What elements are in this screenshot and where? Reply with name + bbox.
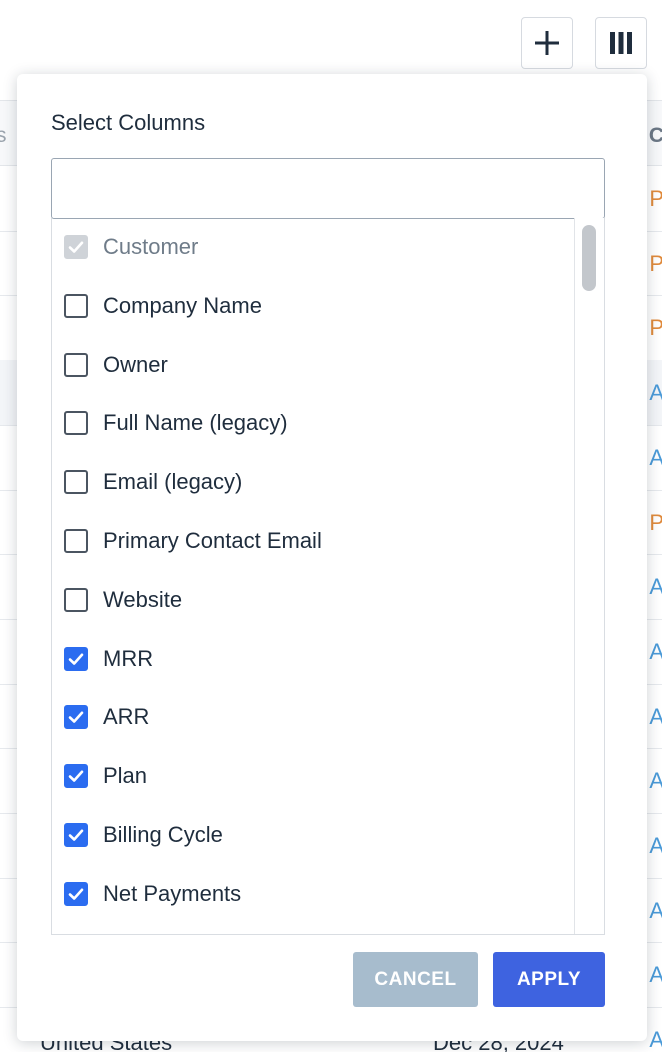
column-search-input[interactable] bbox=[51, 158, 605, 219]
column-option-label: Primary Contact Email bbox=[103, 528, 322, 553]
column-option-label: ARR bbox=[103, 704, 150, 730]
column-list-scrollbar[interactable] bbox=[574, 218, 604, 934]
table-cell-status-fragment: A bbox=[649, 380, 662, 406]
column-option-label: Customer bbox=[103, 234, 199, 259]
scrollbar-thumb[interactable] bbox=[582, 225, 596, 291]
cancel-button[interactable]: CANCEL bbox=[353, 952, 478, 1007]
column-option[interactable]: Full Name (legacy) bbox=[52, 403, 575, 443]
table-cell-status-fragment: A bbox=[649, 638, 662, 664]
checkbox-unchecked[interactable] bbox=[64, 352, 88, 377]
columns-icon bbox=[610, 32, 632, 54]
plus-icon bbox=[535, 31, 559, 55]
column-option-label: Billing Cycle bbox=[103, 822, 223, 847]
table-cell-status-fragment: A bbox=[649, 1027, 662, 1052]
column-option[interactable]: Primary Contact Email bbox=[52, 521, 575, 561]
column-list: Customer Company Name Owner Full Name (lega… bbox=[51, 218, 605, 935]
column-option: Customer bbox=[52, 227, 575, 267]
table-cell-status-fragment: A bbox=[649, 768, 662, 794]
column-option[interactable]: Plan bbox=[52, 756, 575, 796]
table-cell-status-fragment: A bbox=[649, 703, 662, 729]
checkbox-checked bbox=[64, 235, 88, 259]
apply-button[interactable]: APPLY bbox=[493, 952, 605, 1007]
column-option[interactable]: Website bbox=[52, 580, 575, 620]
checkbox-checked[interactable] bbox=[64, 823, 88, 847]
add-button[interactable] bbox=[521, 17, 573, 69]
table-cell-status-fragment: A bbox=[649, 833, 662, 858]
checkbox-checked[interactable] bbox=[64, 881, 88, 906]
table-cell-status-fragment: P bbox=[649, 509, 662, 535]
checkbox-unchecked[interactable] bbox=[64, 293, 88, 318]
table-header-cell-fragment: C bbox=[648, 124, 662, 147]
column-option-label: Company Name bbox=[103, 292, 262, 318]
checkbox-unchecked[interactable] bbox=[64, 470, 88, 495]
columns-button[interactable] bbox=[595, 17, 647, 69]
checkbox-checked[interactable] bbox=[64, 764, 88, 789]
checkbox-unchecked[interactable] bbox=[64, 529, 88, 553]
column-option-label: Email (legacy) bbox=[103, 469, 243, 495]
checkbox-unchecked[interactable] bbox=[64, 587, 88, 612]
column-option[interactable]: Email (legacy) bbox=[52, 462, 575, 502]
column-option[interactable]: Net Payments bbox=[52, 874, 575, 914]
table-cell-status-fragment: A bbox=[649, 444, 662, 470]
table-cell-status-fragment: A bbox=[649, 962, 662, 988]
checkbox-unchecked[interactable] bbox=[64, 411, 88, 436]
column-option[interactable]: Billing Cycle bbox=[52, 815, 575, 855]
table-cell-status-fragment: A bbox=[649, 897, 662, 923]
select-columns-popover: Select Columns Customer Company Name Owner… bbox=[17, 74, 647, 1041]
table-cell-status-fragment: P bbox=[649, 315, 662, 341]
column-option-label: Website bbox=[103, 586, 183, 612]
column-option-label: Full Name (legacy) bbox=[103, 410, 288, 436]
column-option[interactable]: ARR bbox=[52, 697, 575, 737]
table-cell-status-fragment: P bbox=[649, 186, 662, 211]
popover-title: Select Columns bbox=[51, 110, 206, 135]
column-option[interactable]: MRR bbox=[52, 639, 575, 679]
column-option-label: Net Payments bbox=[103, 880, 242, 906]
column-option-label: Owner bbox=[103, 351, 168, 377]
column-option[interactable]: Owner bbox=[52, 345, 575, 385]
checkbox-checked[interactable] bbox=[64, 705, 88, 730]
column-option-label: MRR bbox=[103, 645, 154, 671]
column-option-label: Plan bbox=[103, 763, 148, 789]
column-option[interactable]: Company Name bbox=[52, 286, 575, 326]
table-header-cell-fragment: s bbox=[0, 124, 7, 147]
table-cell-status-fragment: P bbox=[649, 250, 662, 276]
checkbox-checked[interactable] bbox=[64, 646, 88, 671]
table-cell-status-fragment: A bbox=[649, 574, 662, 600]
